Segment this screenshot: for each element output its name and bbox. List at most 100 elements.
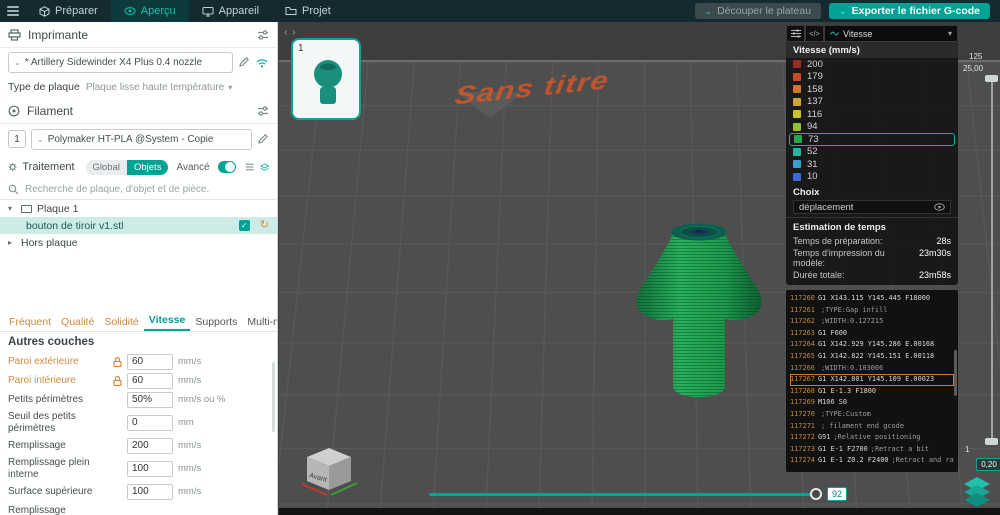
gcode-line[interactable]: 117265G1 X142.822 Y145.151 E.00118	[790, 351, 954, 363]
object-checkbox[interactable]: ✓	[239, 220, 250, 231]
legend-item[interactable]: 137	[786, 96, 958, 109]
gcode-line[interactable]: 117260G1 X143.115 Y145.445 F18000	[790, 293, 954, 305]
travel-option-row[interactable]: déplacement	[793, 200, 951, 214]
legend-item-selected[interactable]: 73	[789, 133, 955, 146]
filament-section-header: Filament	[0, 98, 277, 124]
gcode-line[interactable]: 117270;TYPE:Custom	[790, 409, 954, 421]
legend-item[interactable]: 10	[786, 171, 958, 184]
param-tab-frequent[interactable]: Fréquent	[4, 316, 56, 331]
layers-logo-icon[interactable]	[962, 476, 992, 508]
param-tab-strength[interactable]: Solidité	[99, 316, 143, 331]
wifi-icon[interactable]	[255, 56, 269, 68]
gcode-line[interactable]: 117273G1 E-1 F2700;Retract a bit	[790, 444, 954, 456]
caret-down-icon[interactable]: ▾	[8, 204, 16, 213]
layer-slider-upper-handle[interactable]	[985, 75, 998, 82]
caret-right-icon[interactable]: ▸	[8, 238, 16, 247]
tab-prepare[interactable]: Préparer	[26, 0, 111, 22]
legend-value: 73	[808, 134, 819, 145]
param-input[interactable]	[127, 438, 173, 454]
legend-item[interactable]: 158	[786, 83, 958, 96]
gcode-scrollbar[interactable]	[954, 350, 957, 396]
layer-slider-top-layer: 125	[969, 52, 982, 61]
edit-pencil-icon[interactable]	[238, 56, 250, 68]
time-row: Durée totale:23m58s	[786, 269, 958, 281]
search-input[interactable]	[25, 184, 269, 195]
process-global-toggle[interactable]: Global	[86, 160, 127, 175]
settings-sliders-icon[interactable]	[257, 30, 269, 40]
param-tab-speed[interactable]: Vitesse	[144, 314, 191, 331]
time-estimate-title: Estimation de temps	[786, 217, 958, 235]
param-tab-supports[interactable]: Supports	[190, 316, 242, 331]
slice-plate-button[interactable]: ⌄ Découper le plateau	[695, 3, 822, 19]
legend-item[interactable]: 179	[786, 71, 958, 84]
filament-select[interactable]: ⌄ Polymaker HT-PLA @System - Copie	[31, 129, 252, 150]
gcode-line[interactable]: 117271; filament end gcode	[790, 421, 954, 433]
tree-item-object[interactable]: bouton de tiroir v1.stl ✓ ↻	[0, 217, 277, 234]
gcode-line[interactable]: 117261;TYPE:Gap infill	[790, 305, 954, 317]
tab-device[interactable]: Appareil	[189, 0, 272, 22]
legend-item[interactable]: 52	[786, 146, 958, 159]
param-input[interactable]	[127, 354, 173, 370]
tree-item-off-plate[interactable]: ▸ Hors plaque	[0, 234, 277, 251]
gcode-line[interactable]: 117263G1 F600	[790, 328, 954, 340]
gcode-line[interactable]: 117264G1 X142.929 Y145.286 E.00168	[790, 339, 954, 351]
legend-item[interactable]: 31	[786, 158, 958, 171]
list-icon[interactable]	[245, 162, 254, 172]
layers-settings-icon[interactable]	[260, 162, 269, 173]
param-unit: mm/s	[178, 486, 201, 497]
view-mode-value: Vitesse	[843, 29, 872, 39]
gcode-line[interactable]: 117274G1 E-1 Z0.2 F2400;Retract and rais…	[790, 455, 954, 467]
preview-viewport[interactable]: Sans titre ‹ › 1	[279, 22, 1000, 515]
advanced-toggle[interactable]	[218, 161, 237, 173]
gcode-line[interactable]: 117269M106 S0	[790, 397, 954, 409]
param-tab-multimaterial[interactable]: Multi-matéria...	[242, 316, 277, 331]
monitor-icon	[202, 6, 214, 17]
gcode-line[interactable]: 117266;WIDTH:0.103006	[790, 363, 954, 375]
filament-index-chip[interactable]: 1	[8, 130, 26, 148]
param-input[interactable]	[127, 415, 173, 431]
export-gcode-button[interactable]: ⌄ Exporter le fichier G-code	[829, 3, 990, 19]
tree-item-plate[interactable]: ▾ Plaque 1	[0, 200, 277, 217]
printer-select[interactable]: ⌄ * Artillery Sidewinder X4 Plus 0.4 noz…	[8, 52, 233, 73]
gcode-progress-handle[interactable]	[810, 488, 822, 500]
gcode-line[interactable]: 117272G91;Relative positioning	[790, 432, 954, 444]
chevron-down-icon[interactable]: ⌄	[839, 7, 847, 16]
param-input[interactable]	[127, 484, 173, 500]
lock-icon[interactable]	[112, 375, 123, 387]
gcode-line[interactable]: 117262;WIDTH:0.127215	[790, 316, 954, 328]
view-sliders-icon[interactable]	[786, 25, 805, 42]
gcode-progress-slider[interactable]	[429, 493, 821, 496]
app-menu-icon[interactable]	[0, 0, 26, 22]
tab-preview[interactable]: Aperçu	[111, 0, 189, 22]
filament-name: Polymaker HT-PLA @System - Copie	[48, 134, 214, 145]
gcode-view-icon[interactable]: </>	[805, 25, 824, 42]
legend-item[interactable]: 200	[786, 58, 958, 71]
edit-pencil-icon[interactable]	[257, 133, 269, 145]
modified-sync-icon[interactable]: ↻	[260, 220, 269, 231]
layer-slider-lower-handle[interactable]	[985, 438, 998, 445]
sidebar-spacer	[0, 251, 277, 314]
gcode-line[interactable]: 117268G1 E-1.3 F1800	[790, 386, 954, 398]
layer-slider-track[interactable]	[991, 77, 993, 443]
param-input[interactable]	[127, 392, 173, 408]
plate-type-select[interactable]: Plaque lisse haute température ▾	[86, 82, 232, 93]
chevron-down-icon[interactable]: ⌄	[705, 7, 713, 16]
eye-icon[interactable]	[934, 203, 945, 211]
legend-item[interactable]: 116	[786, 108, 958, 121]
navigation-cube[interactable]: Avant	[299, 435, 363, 499]
param-label: Petits périmètres	[8, 394, 112, 406]
param-tab-quality[interactable]: Qualité	[56, 316, 99, 331]
settings-sliders-icon[interactable]	[257, 106, 269, 116]
plate-thumbnail[interactable]: 1	[291, 38, 361, 120]
legend-value: 10	[807, 171, 818, 182]
filament-row: 1 ⌄ Polymaker HT-PLA @System - Copie	[0, 124, 277, 154]
param-input[interactable]	[127, 373, 173, 389]
param-input[interactable]	[127, 461, 173, 477]
tab-project[interactable]: Projet	[272, 0, 344, 22]
lock-icon[interactable]	[112, 356, 123, 368]
gcode-line-current[interactable]: 117267G1 X142.801 Y145.109 E.00023	[790, 374, 954, 386]
process-objects-toggle[interactable]: Objets	[127, 160, 168, 175]
view-mode-select[interactable]: Vitesse ▾	[824, 25, 958, 42]
sidebar-scrollbar[interactable]	[272, 362, 275, 432]
legend-item[interactable]: 94	[786, 121, 958, 134]
